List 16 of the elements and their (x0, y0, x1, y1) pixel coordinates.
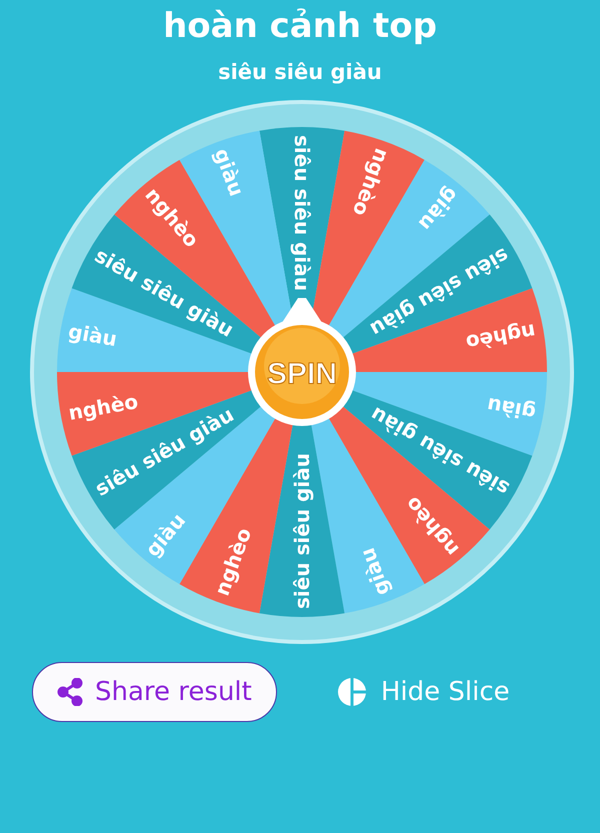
slice-label: siêu siêu giàu (290, 135, 314, 291)
slice-label: nghèo (210, 524, 256, 599)
slice-label: giàu (210, 145, 249, 200)
slice-label: giàu (355, 544, 394, 599)
wheel-subtitle: siêu siêu giàu (218, 60, 382, 84)
wheel-title: hoàn cảnh top (163, 6, 437, 46)
slice-label: nghèo (348, 145, 394, 220)
share-button[interactable]: Share result (32, 662, 277, 722)
share-icon (57, 678, 83, 706)
slice-label: nghèo (66, 389, 140, 425)
slice-label: siêu siêu giàu (290, 453, 314, 609)
slice-label: giàu (66, 319, 119, 352)
slice-label: giàu (485, 392, 538, 425)
hide-slice-button[interactable]: Hide Slice (336, 677, 510, 707)
pie-chart-icon (336, 677, 367, 707)
slice-label: nghèo (464, 319, 538, 355)
